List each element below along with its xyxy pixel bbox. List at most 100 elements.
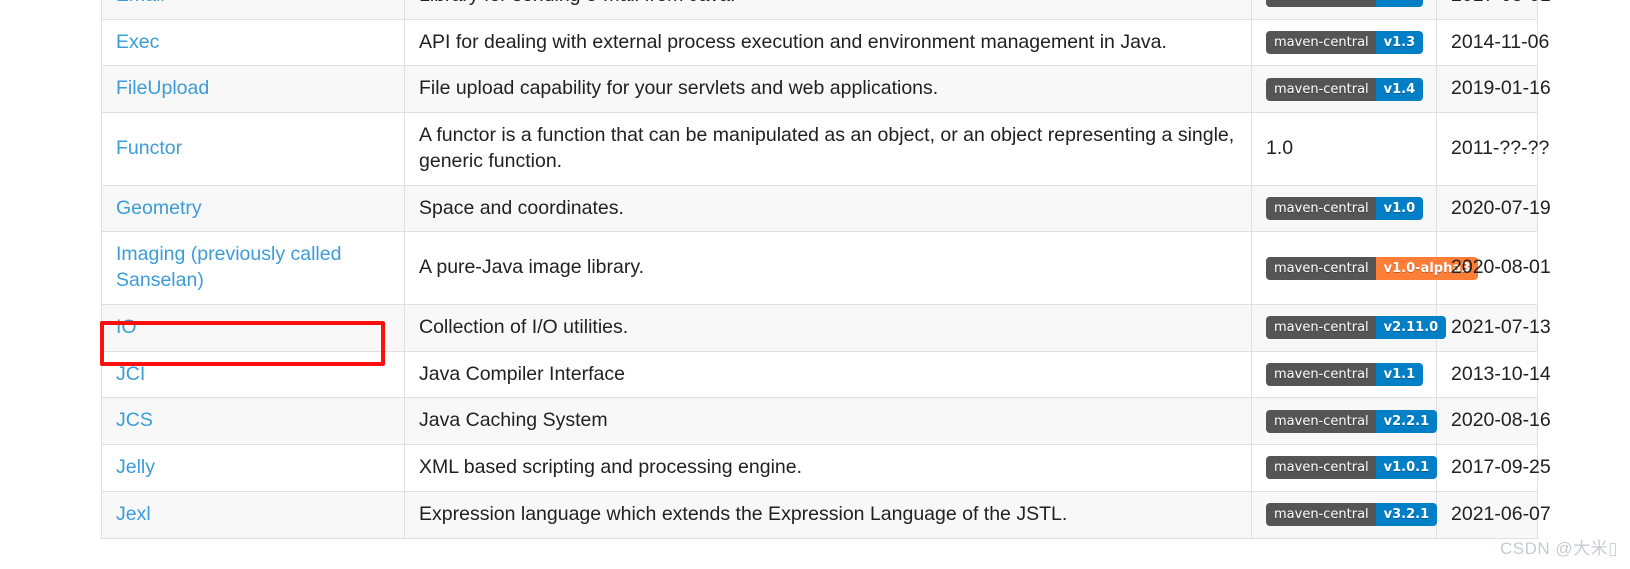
table-row: Email Library for sending e-mail from Jav… [101, 0, 1551, 20]
component-release-date-cell: 2021-06-07 [1436, 490, 1551, 539]
badge-version-value: v1.0 [1375, 197, 1424, 221]
maven-central-badge[interactable]: maven-central v1.0.1 [1266, 456, 1438, 480]
badge-version-value: v2.2.1 [1375, 409, 1438, 433]
page-root: Email Library for sending e-mail from Jav… [0, 0, 1630, 569]
component-name-cell: IO [101, 303, 405, 352]
component-version-cell: maven-central v2.11.0 [1251, 303, 1447, 352]
maven-central-badge[interactable]: maven-central v1.1 [1266, 362, 1424, 386]
component-release-date-cell: 2020-08-01 [1436, 231, 1551, 305]
table-row: JCI Java Compiler Interface maven-central v… [101, 350, 1551, 399]
component-link[interactable]: Jelly [116, 456, 155, 478]
components-table: Email Library for sending e-mail from Jav… [101, 0, 1551, 539]
badge-label: maven-central [1266, 197, 1376, 221]
component-name-cell: Jelly [101, 444, 405, 492]
badge-version-value: v1.4 [1375, 77, 1424, 101]
badge-label: maven-central [1266, 409, 1376, 433]
component-release-date-cell: 2021-07-13 [1436, 303, 1551, 352]
component-description-cell: A functor is a function that can be mani… [404, 112, 1252, 186]
component-description-cell: Library for sending e-mail from Java. [404, 0, 1252, 20]
component-link[interactable]: Functor [116, 137, 182, 159]
component-version-cell: maven-central v1.3 [1251, 18, 1437, 67]
csdn-watermark: CSDN @大米▯ [1499, 539, 1618, 558]
table-row: Geometry Space and coordinates. maven-cent… [101, 184, 1551, 233]
component-version-cell: maven-central v2.2.1 [1251, 397, 1438, 446]
component-description-cell: Space and coordinates. [404, 184, 1252, 233]
component-description-cell: API for dealing with external process ex… [404, 18, 1252, 67]
component-link[interactable]: Jexl [116, 503, 151, 525]
components-table-body: Email Library for sending e-mail from Jav… [101, 0, 1551, 539]
component-link[interactable]: FileUpload [116, 77, 209, 99]
table-row: Jelly XML based scripting and processing … [101, 444, 1551, 492]
component-name-cell: Functor [101, 112, 405, 186]
component-name-cell: Geometry [101, 184, 405, 233]
component-name-cell: JCS [101, 397, 405, 446]
component-name-cell: Exec [101, 18, 405, 67]
components-table-container: Email Library for sending e-mail from Jav… [101, 0, 1551, 539]
badge-version-value: v1.5 [1375, 0, 1424, 8]
badge-version-value: v1.3 [1375, 31, 1424, 55]
badge-label: maven-central [1266, 31, 1376, 55]
badge-label: maven-central [1266, 362, 1376, 386]
component-release-date-cell: 2020-08-16 [1436, 397, 1551, 446]
table-row: Imaging (previously called Sanselan) A pu… [101, 231, 1551, 305]
table-row: IO Collection of I/O utilities. maven-cent… [101, 303, 1551, 352]
maven-central-badge[interactable]: maven-central v3.2.1 [1266, 503, 1438, 527]
component-link[interactable]: IO [116, 316, 137, 338]
component-version-cell: 1.0 [1251, 112, 1437, 186]
component-release-date-cell: 2019-01-16 [1436, 65, 1551, 114]
component-version-cell: maven-central v3.2.1 [1251, 490, 1438, 539]
component-release-date-cell: 2013-10-14 [1436, 350, 1551, 399]
component-link[interactable]: Email [116, 0, 165, 6]
component-link[interactable]: Imaging (previously called Sanselan) [116, 243, 341, 291]
component-link[interactable]: Exec [116, 31, 159, 53]
badge-label: maven-central [1266, 256, 1376, 280]
badge-version-value: v2.11.0 [1375, 316, 1447, 340]
component-description-cell: File upload capability for your servlets… [404, 65, 1252, 114]
maven-central-badge[interactable]: maven-central v1.0 [1266, 197, 1424, 221]
component-name-cell: Email [101, 0, 405, 20]
badge-version-value: v1.1 [1375, 362, 1424, 386]
table-row: FileUpload File upload capability for you… [101, 65, 1551, 114]
component-version-cell: maven-central v1.0 [1251, 184, 1437, 233]
badge-version-value: v3.2.1 [1375, 503, 1438, 527]
maven-central-badge[interactable]: maven-central v1.0-alpha3 [1266, 256, 1479, 280]
table-row: Functor A functor is a function that can … [101, 112, 1549, 186]
component-version-cell: maven-central v1.1 [1251, 350, 1437, 399]
component-release-date-cell: 2014-11-06 [1436, 18, 1549, 67]
component-release-date-cell: 2017-09-25 [1436, 444, 1551, 492]
component-name-cell: Imaging (previously called Sanselan) [101, 231, 405, 305]
component-description-cell: Collection of I/O utilities. [404, 303, 1252, 352]
component-release-date-cell: 2020-07-19 [1436, 184, 1551, 233]
maven-central-badge[interactable]: maven-central v1.4 [1266, 77, 1424, 101]
component-version-cell: maven-central v1.0-alpha3 [1251, 231, 1479, 305]
component-description-cell: Expression language which extends the Ex… [404, 490, 1252, 539]
maven-central-badge[interactable]: maven-central v2.11.0 [1266, 316, 1447, 340]
component-version-cell: maven-central v1.4 [1251, 65, 1437, 114]
component-name-cell: Jexl [101, 490, 405, 539]
component-link[interactable]: JCI [116, 363, 145, 385]
component-version-cell: maven-centralv1.5 [1251, 0, 1437, 20]
maven-central-badge[interactable]: maven-central v1.3 [1266, 31, 1424, 55]
badge-label: maven-central [1266, 456, 1376, 480]
badge-label: maven-central [1266, 316, 1376, 340]
table-row: Exec API for dealing with external proces… [101, 18, 1549, 67]
maven-central-badge[interactable]: maven-centralv1.5 [1266, 0, 1424, 8]
component-release-date-cell: 2017-08-01 [1436, 0, 1551, 20]
table-row: Jexl Expression language which extends th… [101, 490, 1551, 539]
badge-label: maven-central [1266, 77, 1376, 101]
component-release-date-cell: 2011-??-?? [1436, 112, 1549, 186]
maven-central-badge[interactable]: maven-central v2.2.1 [1266, 409, 1438, 433]
badge-version-value: v1.0.1 [1375, 456, 1438, 480]
component-name-cell: FileUpload [101, 65, 405, 114]
component-description-cell: Java Compiler Interface [404, 350, 1252, 399]
component-description-cell: A pure-Java image library. [404, 231, 1252, 305]
badge-label: maven-central [1266, 503, 1376, 527]
component-link[interactable]: JCS [116, 409, 153, 431]
component-description-cell: XML based scripting and processing engin… [404, 444, 1252, 492]
component-description-cell: Java Caching System [404, 397, 1252, 446]
component-link[interactable]: Geometry [116, 197, 202, 219]
badge-label: maven-central [1266, 0, 1376, 8]
table-row: JCS Java Caching System maven-central v2.2.… [101, 397, 1551, 446]
component-name-cell: JCI [101, 350, 405, 399]
component-version-cell: maven-central v1.0.1 [1251, 444, 1438, 492]
